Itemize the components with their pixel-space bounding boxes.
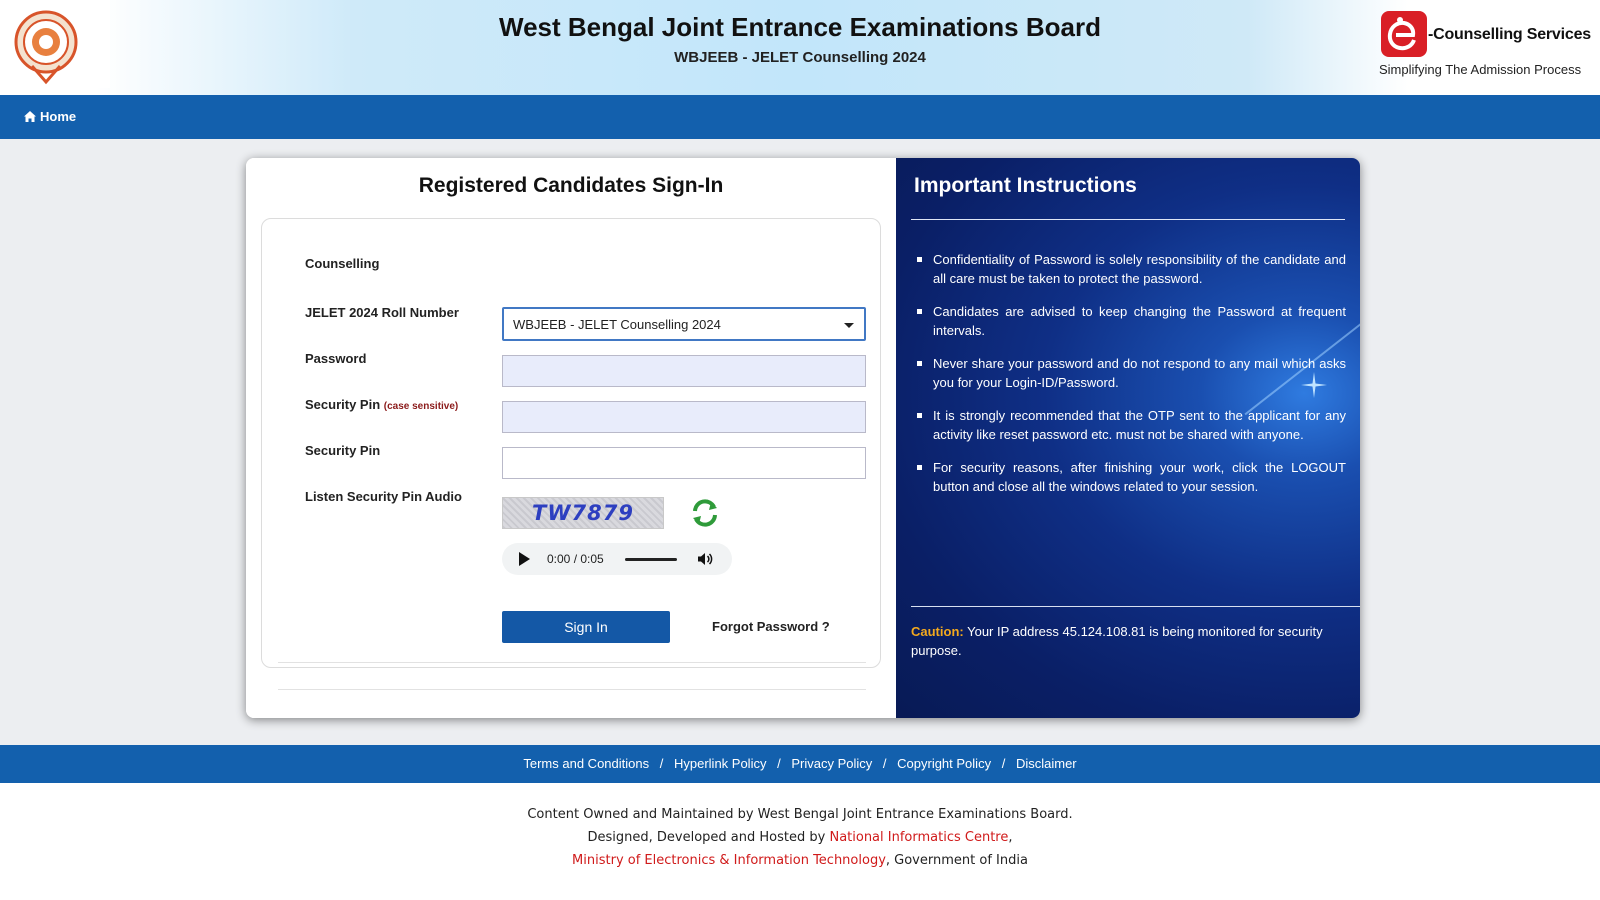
roll-number-label: JELET 2024 Roll Number bbox=[305, 305, 459, 320]
password-label: Password bbox=[305, 351, 367, 366]
counselling-label: Counselling bbox=[305, 256, 380, 271]
meity-name: Ministry of Electronics & Information Te… bbox=[572, 853, 886, 868]
caution-label: Caution: bbox=[911, 624, 964, 639]
footer-separator: / bbox=[882, 756, 887, 771]
copyright-policy-link[interactable]: Copyright Policy bbox=[897, 756, 991, 771]
counselling-selected-value: WBJEEB - JELET Counselling 2024 bbox=[513, 317, 721, 332]
nic-name: National Informatics Centre bbox=[829, 830, 1009, 845]
e-counselling-logo-icon bbox=[1381, 11, 1427, 57]
e-counselling-tagline: Simplifying The Admission Process bbox=[1379, 62, 1582, 77]
signin-form: Counselling WBJEEB - JELET Counselling 2… bbox=[261, 218, 881, 690]
security-pin-audio-player: 0:00 / 0:05 bbox=[502, 543, 732, 575]
sign-in-button[interactable]: Sign In bbox=[502, 611, 670, 643]
hyperlink-policy-link[interactable]: Hyperlink Policy bbox=[674, 756, 766, 771]
security-pin-label-text: Security Pin bbox=[305, 397, 381, 412]
instruction-item: Candidates are advised to keep changing … bbox=[916, 302, 1346, 340]
form-divider bbox=[278, 662, 866, 663]
forgot-password-link[interactable]: Forgot Password ? bbox=[712, 619, 830, 634]
footer-links-bar: Terms and Conditions / Hyperlink Policy … bbox=[0, 745, 1600, 783]
terms-link[interactable]: Terms and Conditions bbox=[523, 756, 649, 771]
refresh-icon[interactable] bbox=[689, 497, 721, 529]
home-icon bbox=[24, 111, 36, 122]
footer-ownership: Content Owned and Maintained by West Ben… bbox=[527, 807, 1073, 822]
footer-separator: / bbox=[1001, 756, 1006, 771]
instruction-item: It is strongly recommended that the OTP … bbox=[916, 406, 1346, 444]
signin-panel: Registered Candidates Sign-In Counsellin… bbox=[246, 158, 896, 718]
top-nav: Home bbox=[0, 95, 1600, 139]
header: West Bengal Joint Entrance Examinations … bbox=[0, 0, 1600, 95]
footer-separator: / bbox=[777, 756, 781, 771]
footer-hosting-prefix: Designed, Developed and Hosted by bbox=[587, 830, 826, 845]
caution-note: Caution: Your IP address 45.124.108.81 i… bbox=[911, 622, 1351, 660]
e-counselling-title: -Counselling Services bbox=[1428, 26, 1591, 43]
instructions-list: Confidentiality of Password is solely re… bbox=[916, 250, 1346, 510]
captcha-image: TW7879 bbox=[502, 497, 664, 529]
signin-title: Registered Candidates Sign-In bbox=[418, 174, 724, 197]
caution-divider bbox=[911, 606, 1360, 607]
nav-home-label: Home bbox=[40, 109, 77, 124]
board-title: West Bengal Joint Entrance Examinations … bbox=[499, 12, 1101, 42]
instructions-panel: Important Instructions Confidentiality o… bbox=[896, 158, 1360, 718]
security-pin-input[interactable] bbox=[502, 447, 866, 479]
nav-home-link[interactable]: Home bbox=[24, 109, 76, 124]
board-subtitle: WBJEEB - JELET Counselling 2024 bbox=[674, 49, 926, 66]
footer-government: , Government of India bbox=[885, 853, 1028, 868]
privacy-policy-link[interactable]: Privacy Policy bbox=[791, 756, 872, 771]
instructions-divider bbox=[911, 219, 1345, 220]
security-pin-label: Security Pin (case sensitive) bbox=[305, 397, 458, 412]
audio-time: 0:00 / 0:05 bbox=[547, 552, 604, 566]
footer-ministry: Ministry of Electronics & Information Te… bbox=[0, 849, 1600, 872]
form-divider-bottom bbox=[278, 689, 866, 690]
play-icon[interactable] bbox=[519, 552, 530, 566]
footer-hosting: Designed, Developed and Hosted by Nation… bbox=[0, 826, 1600, 849]
counselling-select[interactable]: WBJEEB - JELET Counselling 2024 bbox=[502, 307, 866, 341]
instruction-item: Confidentiality of Password is solely re… bbox=[916, 250, 1346, 288]
footer-comma: , bbox=[1008, 830, 1013, 845]
audio-label: Listen Security Pin Audio bbox=[305, 489, 462, 504]
case-sensitive-hint: (case sensitive) bbox=[383, 401, 459, 412]
disclaimer-link[interactable]: Disclaimer bbox=[1016, 756, 1077, 771]
footer-separator: / bbox=[659, 756, 664, 771]
audio-progress-bar[interactable] bbox=[625, 558, 677, 561]
signin-card: Registered Candidates Sign-In Counsellin… bbox=[246, 158, 1360, 718]
instruction-item: Never share your password and do not res… bbox=[916, 354, 1346, 392]
roll-number-input[interactable] bbox=[502, 355, 866, 387]
volume-icon[interactable] bbox=[697, 551, 713, 567]
captcha-label: Security Pin bbox=[305, 443, 381, 458]
password-input[interactable] bbox=[502, 401, 866, 433]
instruction-item: For security reasons, after finishing yo… bbox=[916, 458, 1346, 496]
instructions-title: Important Instructions bbox=[914, 174, 1137, 197]
caution-text: Your IP address 45.124.108.81 is being m… bbox=[911, 624, 1323, 658]
footer-info: Content Owned and Maintained by West Ben… bbox=[0, 783, 1600, 900]
chevron-down-icon bbox=[844, 323, 854, 328]
